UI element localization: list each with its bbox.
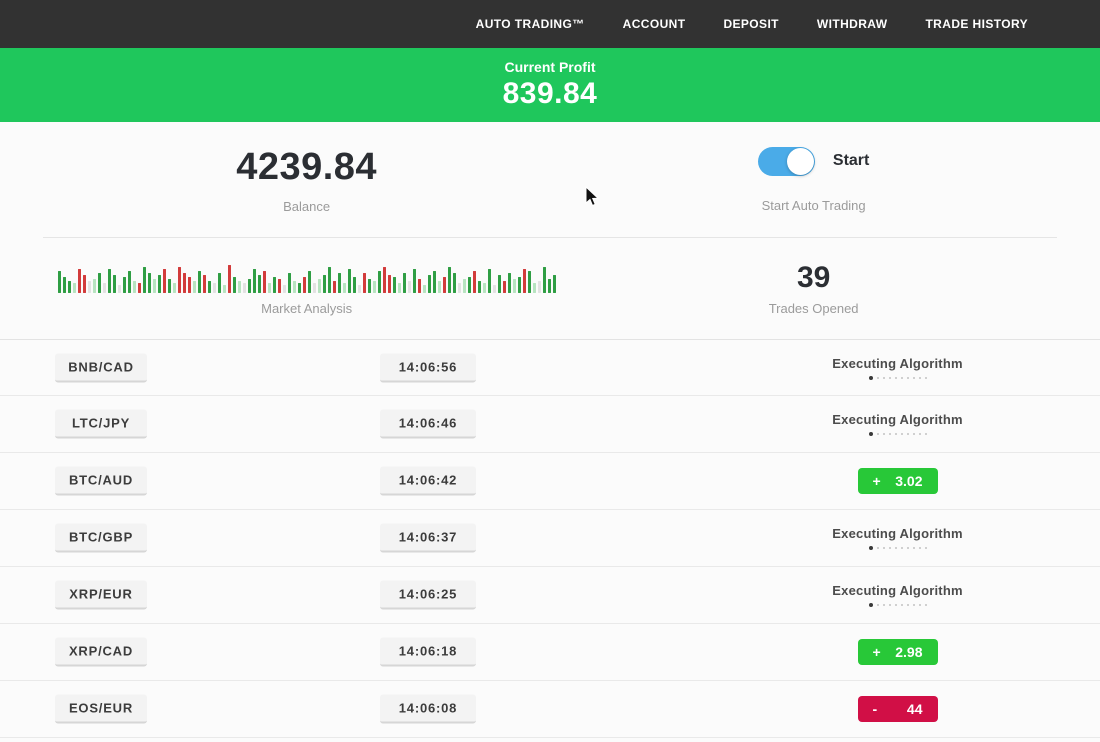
- trade-status: Executing Algorithm: [795, 412, 1000, 436]
- trade-pair-badge[interactable]: EOS/EUR: [55, 695, 147, 724]
- trade-status: Executing Algorithm: [795, 356, 1000, 380]
- trade-status: + 3.02: [795, 468, 1000, 494]
- trades-list: BNB/CAD 14:06:56 Executing Algorithm LTC…: [0, 339, 1100, 738]
- executing-algorithm-label: Executing Algorithm: [832, 412, 962, 427]
- trade-status: - 44: [795, 696, 1000, 722]
- trade-row: LTC/JPY 14:06:46 Executing Algorithm: [0, 396, 1100, 453]
- current-profit-banner: Current Profit 839.84: [0, 48, 1100, 122]
- balance-stat: 4239.84 Balance: [43, 122, 570, 237]
- top-nav-bar: AUTO TRADING™ ACCOUNT DEPOSIT WITHDRAW T…: [0, 0, 1100, 48]
- profit-sign: +: [873, 473, 881, 489]
- market-analysis-chart: [58, 261, 556, 293]
- trade-time-badge[interactable]: 14:06:46: [380, 410, 476, 439]
- trades-opened-label: Trades Opened: [769, 301, 859, 316]
- trade-pair-badge[interactable]: BTC/AUD: [55, 467, 147, 496]
- profit-badge: + 3.02: [858, 468, 938, 494]
- trade-time-badge[interactable]: 14:06:42: [380, 467, 476, 496]
- market-analysis-stat: Market Analysis: [43, 238, 570, 339]
- current-profit-title: Current Profit: [505, 59, 596, 75]
- trade-status: Executing Algorithm: [795, 583, 1000, 607]
- nav-item-trade-history[interactable]: TRADE HISTORY: [925, 17, 1028, 31]
- trade-row: BTC/AUD 14:06:42 + 3.02: [0, 453, 1100, 510]
- trade-row: EOS/EUR 14:06:08 - 44: [0, 681, 1100, 738]
- profit-value: 3.02: [895, 473, 922, 489]
- nav-item-auto-trading[interactable]: AUTO TRADING™: [476, 17, 585, 31]
- trade-row: BTC/GBP 14:06:37 Executing Algorithm: [0, 510, 1100, 567]
- progress-dots: [869, 376, 927, 380]
- trade-pair-badge[interactable]: LTC/JPY: [55, 410, 147, 439]
- executing-algorithm-label: Executing Algorithm: [832, 356, 962, 371]
- stats-row-balance: 4239.84 Balance Start Start Auto Trading: [0, 122, 1100, 237]
- trade-pair-badge[interactable]: BNB/CAD: [55, 353, 147, 382]
- progress-dots: [869, 603, 927, 607]
- loss-sign: -: [873, 701, 878, 717]
- trade-row: XRP/CAD 14:06:18 + 2.98: [0, 624, 1100, 681]
- trade-pair-badge[interactable]: BTC/GBP: [55, 524, 147, 553]
- balance-label: Balance: [283, 199, 330, 214]
- trade-time-badge[interactable]: 14:06:25: [380, 581, 476, 610]
- profit-sign: +: [873, 644, 881, 660]
- auto-trading-toggle[interactable]: [758, 147, 815, 176]
- trades-opened-stat: 39 Trades Opened: [570, 238, 1057, 339]
- trade-row: XRP/EUR 14:06:25 Executing Algorithm: [0, 567, 1100, 624]
- toggle-label: Start: [833, 152, 869, 170]
- trade-time-badge[interactable]: 14:06:37: [380, 524, 476, 553]
- profit-badge: + 2.98: [858, 639, 938, 665]
- executing-algorithm-label: Executing Algorithm: [832, 526, 962, 541]
- stats-row-market: Market Analysis 39 Trades Opened: [0, 238, 1100, 339]
- balance-value: 4239.84: [236, 146, 377, 189]
- trade-row: BNB/CAD 14:06:56 Executing Algorithm: [0, 339, 1100, 396]
- trade-time-badge[interactable]: 14:06:08: [380, 695, 476, 724]
- auto-trading-stat: Start Start Auto Trading: [570, 122, 1057, 237]
- loss-badge: - 44: [858, 696, 938, 722]
- toggle-knob[interactable]: [787, 148, 814, 175]
- loss-value: 44: [907, 701, 923, 717]
- trade-pair-badge[interactable]: XRP/CAD: [55, 638, 147, 667]
- progress-dots: [869, 546, 927, 550]
- current-profit-value: 839.84: [503, 77, 598, 111]
- trade-pair-badge[interactable]: XRP/EUR: [55, 581, 147, 610]
- nav-item-withdraw[interactable]: WITHDRAW: [817, 17, 888, 31]
- trade-status: Executing Algorithm: [795, 526, 1000, 550]
- trades-opened-value: 39: [797, 261, 830, 295]
- executing-algorithm-label: Executing Algorithm: [832, 583, 962, 598]
- profit-value: 2.98: [895, 644, 922, 660]
- nav-item-deposit[interactable]: DEPOSIT: [723, 17, 778, 31]
- trade-status: + 2.98: [795, 639, 1000, 665]
- market-analysis-label: Market Analysis: [261, 301, 352, 316]
- nav-item-account[interactable]: ACCOUNT: [623, 17, 686, 31]
- trade-time-badge[interactable]: 14:06:18: [380, 638, 476, 667]
- auto-trading-label: Start Auto Trading: [762, 198, 866, 213]
- progress-dots: [869, 432, 927, 436]
- trade-time-badge[interactable]: 14:06:56: [380, 353, 476, 382]
